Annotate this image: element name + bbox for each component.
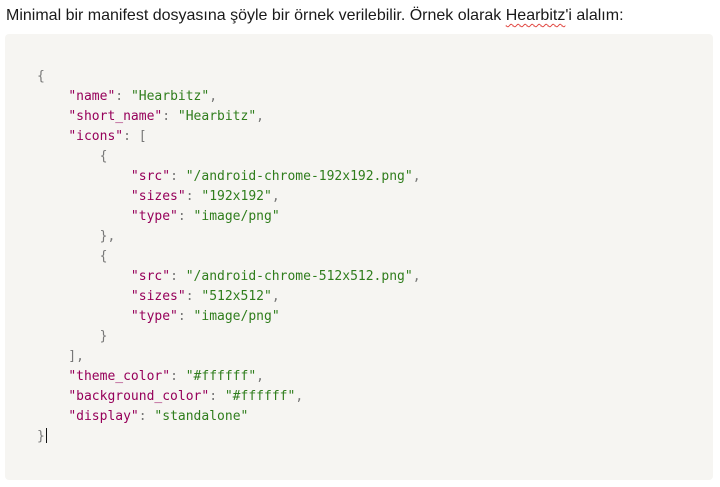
- code-line: "type": "image/png": [130, 309, 280, 324]
- intro-text: Minimal bir manifest dosyasına şöyle bir…: [6, 7, 506, 24]
- json-string: "/android-chrome-512x512.png": [185, 269, 413, 284]
- code-line: {: [37, 67, 421, 87]
- code-line: "sizes": "512x512",: [130, 289, 280, 304]
- code-line: "display": "standalone": [68, 409, 249, 424]
- json-key: "display": [68, 409, 139, 424]
- json-key: "sizes": [130, 289, 186, 304]
- code-line: "type": "image/png": [130, 209, 280, 224]
- json-key: "icons": [68, 129, 124, 144]
- code-line: "src": "/android-chrome-192x192.png",: [130, 169, 421, 184]
- json-key: "background_color": [68, 389, 210, 404]
- open-brace: {: [37, 69, 45, 84]
- json-key: "theme_color": [68, 369, 171, 384]
- code-line: "short_name": "Hearbitz",: [68, 109, 264, 124]
- json-string: "#ffffff": [185, 369, 257, 384]
- json-string: "Hearbitz": [177, 109, 257, 124]
- intro-paragraph: Minimal bir manifest dosyasına şöyle bir…: [6, 4, 624, 28]
- code-line: "theme_color": "#ffffff",: [68, 369, 264, 384]
- close-brace: }: [37, 429, 45, 444]
- code-line: "src": "/android-chrome-512x512.png",: [130, 269, 421, 284]
- json-string: "Hearbitz": [130, 89, 210, 104]
- code-block[interactable]: { "name": "Hearbitz", "short_name": "Hea…: [5, 34, 713, 480]
- code-line: "name": "Hearbitz",: [68, 89, 218, 104]
- json-string: "image/png": [193, 209, 280, 224]
- json-key: "name": [68, 89, 116, 104]
- code-line: "sizes": "192x192",: [130, 189, 280, 204]
- json-string: "standalone": [154, 409, 249, 424]
- json-key: "type": [130, 209, 178, 224]
- code-line: ],: [37, 349, 84, 364]
- json-string: "192x192": [201, 189, 272, 204]
- code-line: {: [37, 149, 108, 164]
- code-line: }: [37, 427, 421, 447]
- intro-suffix: 'i alalım:: [565, 7, 624, 24]
- spellcheck-word[interactable]: Hearbitz: [506, 7, 566, 24]
- text-cursor: [45, 428, 47, 443]
- json-string: "image/png": [193, 309, 280, 324]
- code-line: {: [37, 249, 108, 264]
- json-key: "src": [130, 169, 171, 184]
- code-line: }: [37, 329, 108, 344]
- json-key: "type": [130, 309, 178, 324]
- json-string: "512x512": [201, 289, 272, 304]
- code-line: "background_color": "#ffffff",: [68, 389, 304, 404]
- code-line: },: [37, 229, 116, 244]
- json-key: "src": [130, 269, 171, 284]
- json-key: "short_name": [68, 109, 163, 124]
- json-string: "/android-chrome-192x192.png": [185, 169, 413, 184]
- code-content[interactable]: { "name": "Hearbitz", "short_name": "Hea…: [37, 67, 421, 447]
- json-string: "#ffffff": [224, 389, 296, 404]
- json-key: "sizes": [130, 189, 186, 204]
- code-line: "icons": [: [68, 129, 147, 144]
